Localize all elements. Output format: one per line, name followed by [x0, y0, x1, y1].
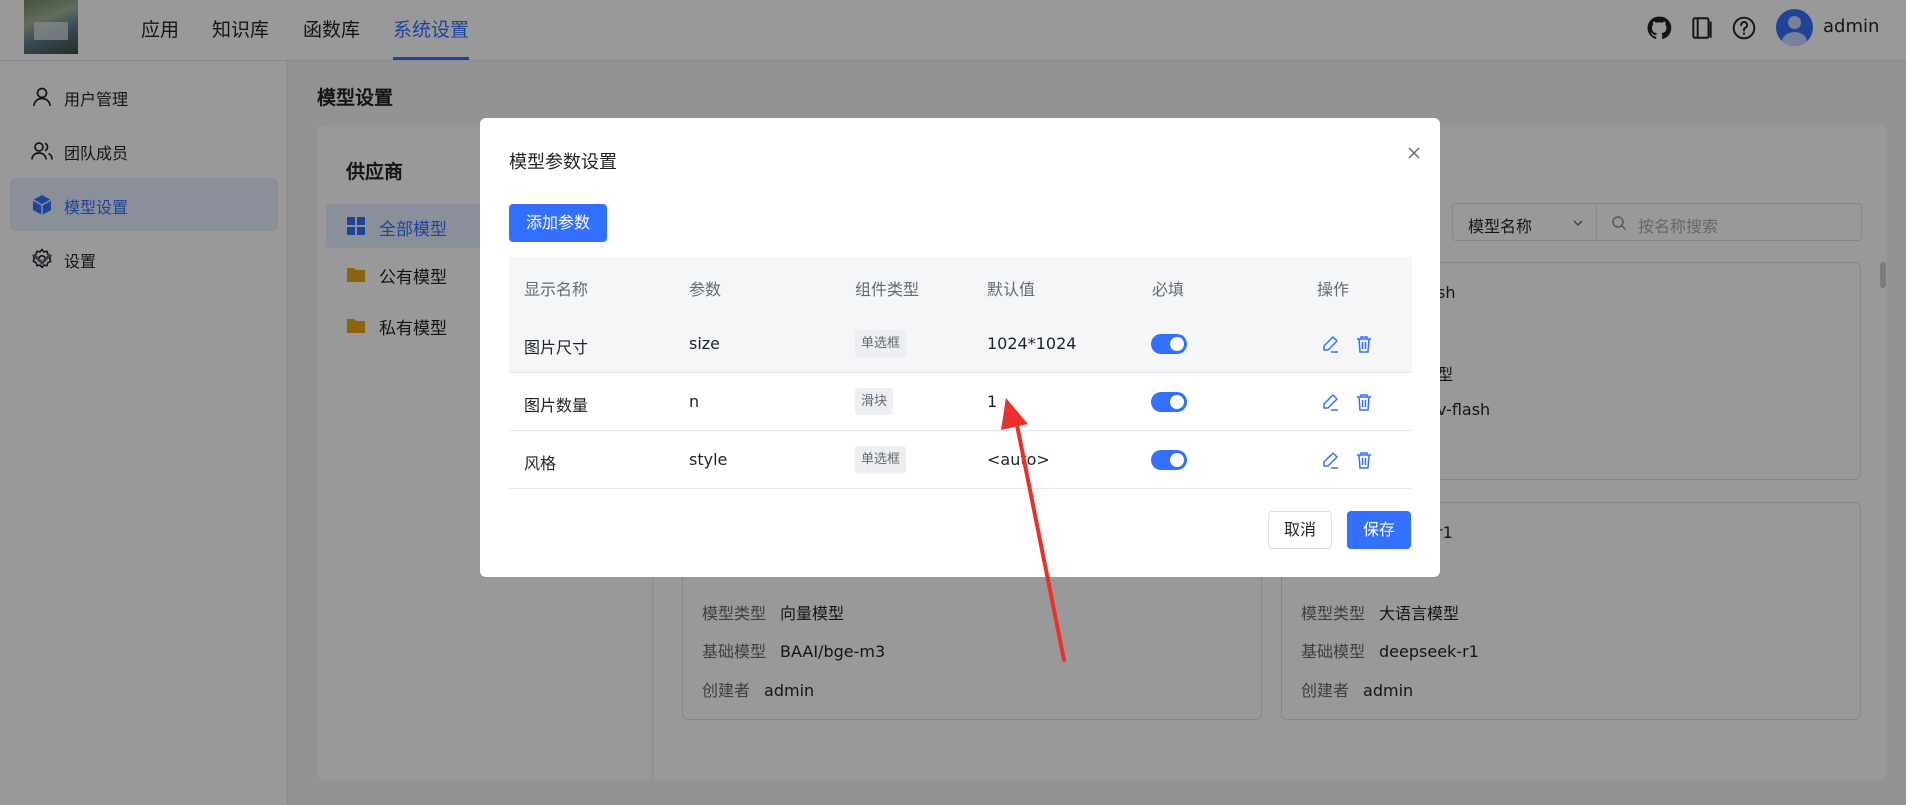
table-row[interactable]: 风格 style 单选框 <auto>	[509, 431, 1412, 489]
component-type-tag: 单选框	[855, 330, 907, 357]
edit-icon[interactable]	[1320, 392, 1340, 412]
table-row[interactable]: 图片尺寸 size 单选框 1024*1024	[509, 315, 1412, 373]
column-header: 显示名称	[524, 280, 589, 299]
delete-icon[interactable]	[1354, 392, 1374, 412]
close-icon[interactable]	[1404, 143, 1424, 163]
edit-icon[interactable]	[1320, 334, 1340, 354]
save-button[interactable]: 保存	[1347, 511, 1411, 549]
column-header: 操作	[1317, 280, 1350, 299]
model-params-dialog: 模型参数设置 添加参数 显示名称 参数 组件类型 默认值 必填 操作 图片尺寸 …	[480, 118, 1440, 577]
required-toggle[interactable]	[1151, 450, 1187, 470]
component-type-tag: 滑块	[855, 388, 894, 415]
required-toggle[interactable]	[1151, 392, 1187, 412]
add-param-button[interactable]: 添加参数	[509, 204, 607, 242]
delete-icon[interactable]	[1354, 334, 1374, 354]
column-header: 默认值	[987, 280, 1036, 299]
param-default-value: <auto>	[987, 450, 1050, 469]
param-display-name: 风格	[524, 454, 557, 473]
table-row[interactable]: 图片数量 n 滑块 1	[509, 373, 1412, 431]
delete-icon[interactable]	[1354, 450, 1374, 470]
param-display-name: 图片数量	[524, 396, 589, 415]
edit-icon[interactable]	[1320, 450, 1340, 470]
column-header: 参数	[689, 280, 722, 299]
param-key: n	[689, 392, 700, 411]
component-type-tag: 单选框	[855, 446, 907, 473]
cancel-button[interactable]: 取消	[1268, 511, 1332, 549]
required-toggle[interactable]	[1151, 334, 1187, 354]
param-key: style	[689, 450, 728, 469]
param-default-value: 1	[987, 392, 998, 411]
param-default-value: 1024*1024	[987, 334, 1077, 353]
column-header: 组件类型	[855, 280, 920, 299]
table-header: 显示名称 参数 组件类型 默认值 必填 操作	[509, 257, 1412, 315]
param-display-name: 图片尺寸	[524, 338, 589, 357]
param-key: size	[689, 334, 721, 353]
column-header: 必填	[1152, 280, 1185, 299]
dialog-title: 模型参数设置	[509, 152, 617, 173]
